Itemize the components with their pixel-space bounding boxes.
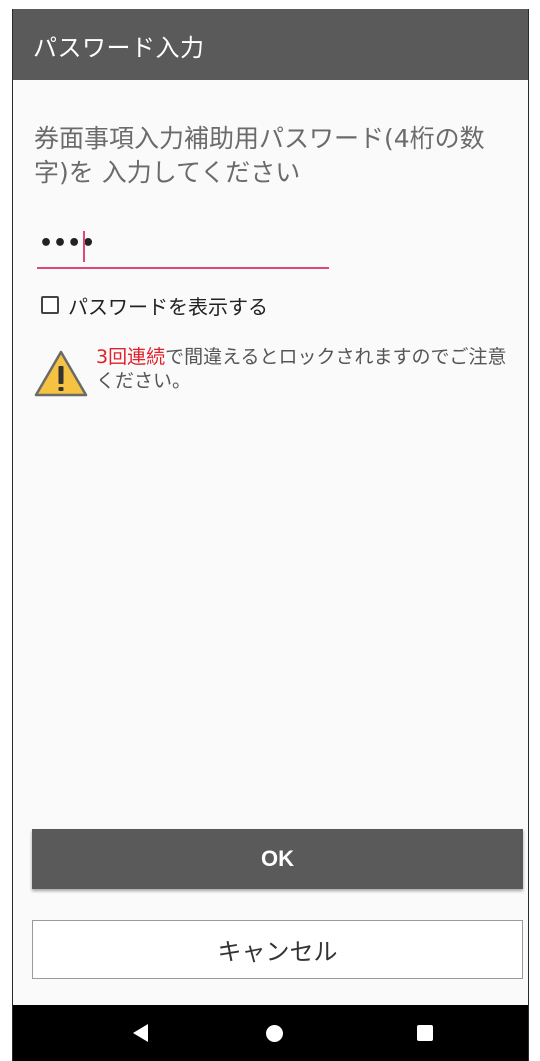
back-triangle-icon	[132, 1024, 148, 1042]
show-password-label: パスワードを表示する	[68, 294, 268, 319]
nav-back-button[interactable]	[110, 1005, 170, 1061]
recents-square-icon	[417, 1025, 433, 1041]
home-circle-icon	[265, 1024, 283, 1042]
app-bar: パスワード入力	[13, 9, 528, 80]
warning-highlight: 3回連続	[96, 346, 166, 368]
text-cursor	[83, 231, 85, 262]
password-input[interactable]: ••••	[37, 227, 329, 269]
nav-home-button[interactable]	[244, 1005, 304, 1061]
show-password-option[interactable]: パスワードを表示する	[41, 292, 268, 319]
nav-recents-button[interactable]	[395, 1005, 455, 1061]
password-prompt: 券面事項入力補助用パスワード(4桁の数字)を 入力してください	[34, 124, 485, 187]
ok-button[interactable]: OK	[32, 829, 523, 889]
page-title: パスワード入力	[33, 34, 205, 62]
lockout-warning: 3回連続で間違えるとロックされますのでご注意ください。	[33, 341, 513, 401]
dialog-screen: パスワード入力 券面事項入力補助用パスワード(4桁の数字)を 入力してください …	[12, 9, 529, 1061]
warning-triangle-icon	[34, 350, 88, 397]
warning-message: 3回連続で間違えるとロックされますのでご注意ください。	[96, 345, 516, 393]
system-nav-bar	[13, 1005, 528, 1061]
cancel-button[interactable]: キャンセル	[32, 920, 523, 979]
password-value: ••••	[39, 231, 96, 256]
show-password-checkbox[interactable]	[41, 296, 59, 314]
